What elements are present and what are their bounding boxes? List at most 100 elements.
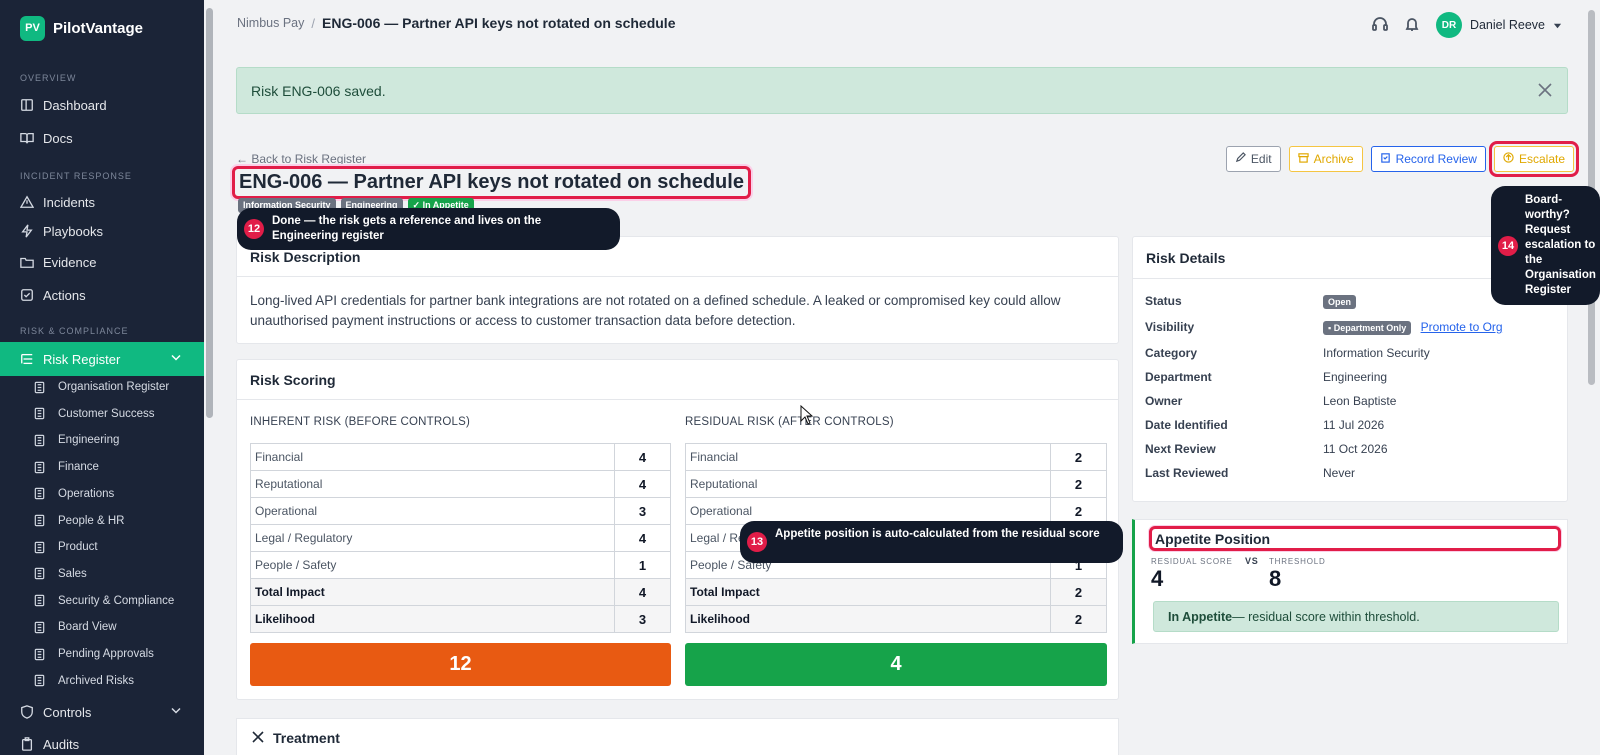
sidebar-item-incidents[interactable]: Incidents (0, 188, 204, 216)
score-value: 2 (1050, 605, 1107, 633)
edit-button[interactable]: Edit (1225, 146, 1281, 172)
sidebar-subitem-label: Operations (58, 487, 115, 500)
sidebar-item-controls[interactable]: Controls (0, 698, 204, 726)
globe-icon (33, 381, 46, 394)
sidebar-subitem-label: Product (58, 541, 98, 554)
score-factor: Total Impact (685, 578, 1051, 606)
score-value: 2 (1050, 443, 1107, 471)
callout-number: 13 (747, 532, 767, 552)
sidebar-item-docs[interactable]: Docs (0, 124, 204, 152)
checkbox-icon (20, 288, 34, 302)
building-icon (33, 541, 46, 554)
status-badge: Open (1323, 294, 1357, 309)
building-icon (33, 407, 46, 420)
sidebar-item-actions[interactable]: Actions (0, 281, 204, 309)
sidebar-scrollbar[interactable] (206, 8, 213, 418)
bell-icon[interactable] (1404, 16, 1420, 35)
warning-icon (20, 195, 34, 209)
building-icon (33, 514, 46, 527)
callout-text: Appetite position is (775, 528, 885, 540)
user-menu[interactable]: DR Daniel Reeve (1435, 12, 1562, 38)
sidebar-subitem[interactable]: Security & Compliance (0, 589, 204, 613)
clipboard-icon (20, 737, 34, 751)
callout-strong: escalation (1525, 239, 1582, 251)
headset-icon[interactable] (1372, 16, 1388, 35)
sidebar-subitem[interactable]: Operations (0, 482, 204, 506)
sidebar-item-dashboard[interactable]: Dashboard (0, 91, 204, 119)
sidebar-item-evidence[interactable]: Evidence (0, 248, 204, 276)
detail-value: Never (1323, 466, 1356, 480)
sidebar-subitem[interactable]: Engineering (0, 428, 204, 452)
sidebar-subitem-label: Sales (58, 567, 87, 580)
breadcrumb-org[interactable]: Nimbus Pay (237, 16, 304, 30)
page-title: ENG-006 — Partner API keys not rotated o… (322, 15, 676, 31)
callout-text: from the residual score (969, 528, 1100, 540)
table-row: Likelihood 2 (685, 605, 1107, 633)
sidebar-subitem[interactable]: Archived Risks (0, 669, 204, 693)
record-review-button[interactable]: Record Review (1370, 146, 1486, 172)
sidebar-subitem[interactable]: Organisation Register (0, 375, 204, 399)
score-factor: Likelihood (685, 605, 1051, 633)
inherent-label: INHERENT RISK (BEFORE CONTROLS) (250, 416, 471, 428)
archive-button[interactable]: Archive (1288, 146, 1363, 172)
archive-label: Archive (1313, 152, 1354, 166)
callout-text: Done — the risk gets a (272, 215, 400, 227)
sidebar-item-playbooks[interactable]: Playbooks (0, 217, 204, 245)
sidebar-item-label: Controls (43, 704, 92, 720)
sidebar-subitem[interactable]: Sales (0, 562, 204, 586)
sidebar-item-risk-register[interactable]: Risk Register (0, 342, 204, 376)
shield-icon (20, 705, 34, 719)
building-icon (33, 567, 46, 580)
sidebar-subitem[interactable]: Pending Approvals (0, 642, 204, 666)
sidebar-item-audits[interactable]: Audits (0, 730, 204, 755)
scoring-heading: Risk Scoring (237, 360, 1118, 400)
inherent-table: Financial 4 Reputational 4 Operational 3 Legal… (250, 443, 671, 633)
promote-link[interactable]: Promote to Org (1421, 320, 1503, 334)
chevron-down-icon[interactable] (170, 352, 182, 367)
escalate-button[interactable]: Escalate (1488, 141, 1580, 177)
description-text: Long-lived API credentials for partner b… (250, 293, 1061, 328)
building-icon (33, 594, 46, 607)
callout-strong: reference (399, 215, 451, 227)
table-row: Operational 3 (250, 497, 671, 525)
detail-key: Date Identified (1145, 418, 1228, 432)
table-row: Likelihood 3 (250, 605, 671, 633)
treatment-heading: Treatment (273, 730, 340, 746)
brand[interactable]: PV PilotVantage (0, 0, 204, 56)
section-risk: RISK & COMPLIANCE (20, 326, 129, 336)
appetite-status-message: In Appetite — residual score within thre… (1153, 601, 1559, 632)
score-value: 4 (614, 443, 671, 471)
sidebar-subitem[interactable]: People & HR (0, 509, 204, 533)
sidebar-item-label: Playbooks (43, 223, 103, 239)
brand-name: PilotVantage (53, 19, 144, 37)
avatar: DR (1435, 12, 1462, 38)
score-value: 2 (1050, 470, 1107, 498)
chevron-down-icon[interactable] (170, 705, 182, 720)
sidebar-subitem[interactable]: Finance (0, 455, 204, 479)
sidebar-subitem[interactable]: Board View (0, 615, 204, 639)
sidebar-subitem-label: Customer Success (58, 407, 155, 420)
pencil-icon (1235, 152, 1246, 166)
table-row: People / Safety 1 (250, 551, 671, 579)
inherent-score-bar: 12 (250, 643, 671, 686)
sidebar-subitem[interactable]: Customer Success (0, 402, 204, 426)
score-factor: Likelihood (250, 605, 615, 633)
detail-value: 11 Oct 2026 (1323, 442, 1388, 456)
alert-text: Risk ENG-006 saved. (251, 82, 386, 99)
sidebar-subitem-label: Security & Compliance (58, 594, 175, 607)
visibility-badge: ▪ Department Only (1323, 321, 1412, 335)
callout-text: Board-worthy? Request (1525, 194, 1571, 236)
escalate-label: Escalate (1518, 152, 1565, 166)
score-factor: Reputational (250, 470, 615, 498)
detail-key: Status (1145, 294, 1182, 308)
score-value: 4 (614, 578, 671, 606)
edit-label: Edit (1250, 152, 1272, 166)
back-link[interactable]: ← Back to Risk Register (236, 152, 366, 166)
detail-key: Last Reviewed (1145, 466, 1229, 480)
close-icon[interactable] (1537, 82, 1553, 98)
table-row: Reputational 2 (685, 470, 1107, 498)
sidebar-subitem[interactable]: Product (0, 535, 204, 559)
sidebar-item-label: Audits (43, 736, 80, 752)
detail-key: Owner (1145, 394, 1183, 408)
tour-callout-13: 13 Appetite position is auto-calculated … (740, 521, 1123, 563)
